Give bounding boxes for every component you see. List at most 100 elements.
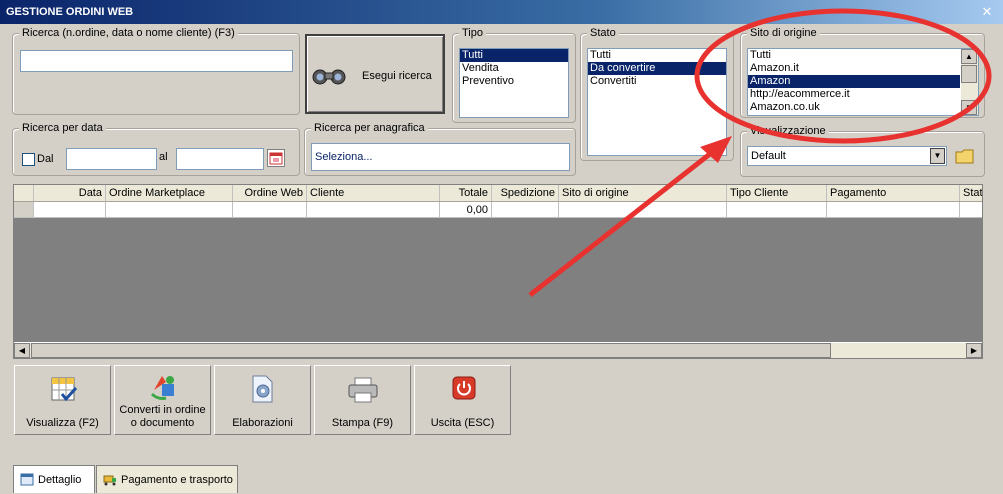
visualizzazione-select[interactable]: Default ▼ [747,146,947,166]
stato-item[interactable]: Da convertire [588,62,726,75]
grid-hscrollbar[interactable]: ◀ ▶ [14,342,982,358]
elaborazioni-label: Elaborazioni [232,417,293,429]
date-legend: Ricerca per data [19,122,106,134]
sito-listbox[interactable]: Tutti Amazon.it Amazon http://eacommerce… [747,48,979,116]
anagrafica-legend: Ricerca per anagrafica [311,122,428,134]
tab-dettaglio-label: Dettaglio [38,474,82,486]
scroll-up-icon[interactable]: ▲ [961,49,977,64]
table-cell [559,202,727,217]
tipo-legend: Tipo [459,27,486,39]
folder-icon[interactable] [954,145,976,167]
table-cell [960,202,982,217]
stampa-button[interactable]: Stampa (F9) [314,365,411,435]
tipo-item[interactable]: Vendita [460,62,568,75]
elaborazioni-button[interactable]: Elaborazioni [214,365,311,435]
calendar-icon[interactable] [267,149,285,167]
stato-listbox[interactable]: Tutti Da convertire Convertiti [587,48,727,156]
tab-pagamento[interactable]: Pagamento e trasporto [96,465,238,493]
column-header[interactable]: Pagamento [827,185,960,201]
sito-item[interactable]: Amazon.co.uk [748,101,960,114]
search-legend: Ricerca (n.ordine, data o nome cliente) … [19,27,238,39]
column-header[interactable]: Ordine Marketplace [106,185,233,201]
column-header[interactable]: Cliente [307,185,440,201]
grid-corner [14,185,34,201]
power-icon [452,376,476,400]
stato-group: Stato Tutti Da convertire Convertiti [580,27,734,161]
anagrafica-input[interactable]: Seleziona... [311,143,570,171]
stato-item[interactable]: Convertiti [588,75,726,88]
document-gear-icon [252,375,273,403]
calendar-small-icon [20,473,34,486]
tab-dettaglio[interactable]: Dettaglio [13,465,95,493]
table-cell [106,202,233,217]
sito-group: Sito di origine Tutti Amazon.it Amazon h… [740,27,985,118]
scroll-down-icon[interactable]: ▼ [961,100,977,115]
column-header[interactable]: Data [34,185,106,201]
table-cell: 0,00 [440,202,492,217]
binoculars-icon [312,69,346,85]
search-button-label: Esegui ricerca [362,70,432,82]
search-button[interactable]: Esegui ricerca [305,34,445,114]
grid-header: Data Ordine Marketplace Ordine Web Clien… [14,185,982,202]
stampa-label: Stampa (F9) [331,417,394,429]
scroll-left-icon[interactable]: ◀ [14,343,30,358]
anagrafica-group: Ricerca per anagrafica Seleziona... [304,122,576,176]
anagrafica-placeholder: Seleziona... [315,151,373,163]
al-date-input[interactable] [176,148,264,170]
column-header[interactable]: Stat [960,185,982,201]
column-header[interactable]: Sito di origine [559,185,727,201]
tipo-listbox[interactable]: Tutti Vendita Preventivo [459,48,569,118]
tipo-group: Tipo Tutti Vendita Preventivo [452,27,576,123]
table-cell [233,202,307,217]
converti-button[interactable]: Converti in ordine o documento [114,365,211,435]
scroll-thumb[interactable] [961,65,977,83]
scroll-right-icon[interactable]: ▶ [966,343,982,358]
dal-date-input[interactable] [66,148,157,170]
scroll-thumb[interactable] [31,343,831,358]
sito-item[interactable]: Amazon [748,75,960,88]
column-header[interactable]: Tipo Cliente [727,185,827,201]
chevron-down-icon[interactable]: ▼ [930,148,945,164]
table-cell [307,202,440,217]
converti-label: Converti in ordine o documento [115,404,210,430]
column-header[interactable]: Ordine Web [233,185,307,201]
window-titlebar: GESTIONE ORDINI WEB ✕ [0,0,1003,24]
tipo-item[interactable]: Preventivo [460,75,568,88]
stato-legend: Stato [587,27,619,39]
uscita-button[interactable]: Uscita (ESC) [414,365,511,435]
stato-item[interactable]: Tutti [588,49,726,62]
al-label: al [159,151,168,163]
printer-icon [348,377,378,403]
table-row[interactable]: 0,00 [14,202,982,218]
row-selector[interactable] [14,202,34,217]
search-group: Ricerca (n.ordine, data o nome cliente) … [12,27,300,115]
close-icon[interactable]: ✕ [979,4,995,20]
money-truck-icon [103,475,116,486]
converti-label-line2: o documento [130,417,195,429]
column-header[interactable]: Totale [440,185,492,201]
sito-legend: Sito di origine [747,27,820,39]
visualizza-label: Visualizza (F2) [26,417,99,429]
converti-label-line1: Converti in ordine [119,404,206,416]
table-cell [727,202,827,217]
tab-pagamento-label: Pagamento e trasporto [121,474,233,486]
visualizzazione-legend: Visualizzazione [747,125,829,137]
sito-item[interactable]: Amazon.it [748,62,960,75]
uscita-label: Uscita (ESC) [430,417,495,429]
visualizzazione-group: Visualizzazione Default ▼ [740,125,985,177]
visualizza-button[interactable]: Visualizza (F2) [14,365,111,435]
column-header[interactable]: Spedizione [492,185,559,201]
convert-arrows-icon [150,376,174,400]
sito-item[interactable]: http://eacommerce.it [748,88,960,101]
dal-label: Dal [37,153,54,165]
table-cell [492,202,559,217]
sito-item[interactable]: Tutti [748,49,960,62]
window-title: GESTIONE ORDINI WEB [6,6,134,18]
sito-vscrollbar[interactable]: ▲ ▼ [961,49,978,115]
orders-grid[interactable]: Data Ordine Marketplace Ordine Web Clien… [13,184,983,359]
visualizzazione-value: Default [751,150,786,162]
tipo-item[interactable]: Tutti [460,49,568,62]
search-input[interactable] [20,50,293,72]
grid-check-icon [51,377,78,402]
dal-checkbox[interactable] [22,153,35,166]
